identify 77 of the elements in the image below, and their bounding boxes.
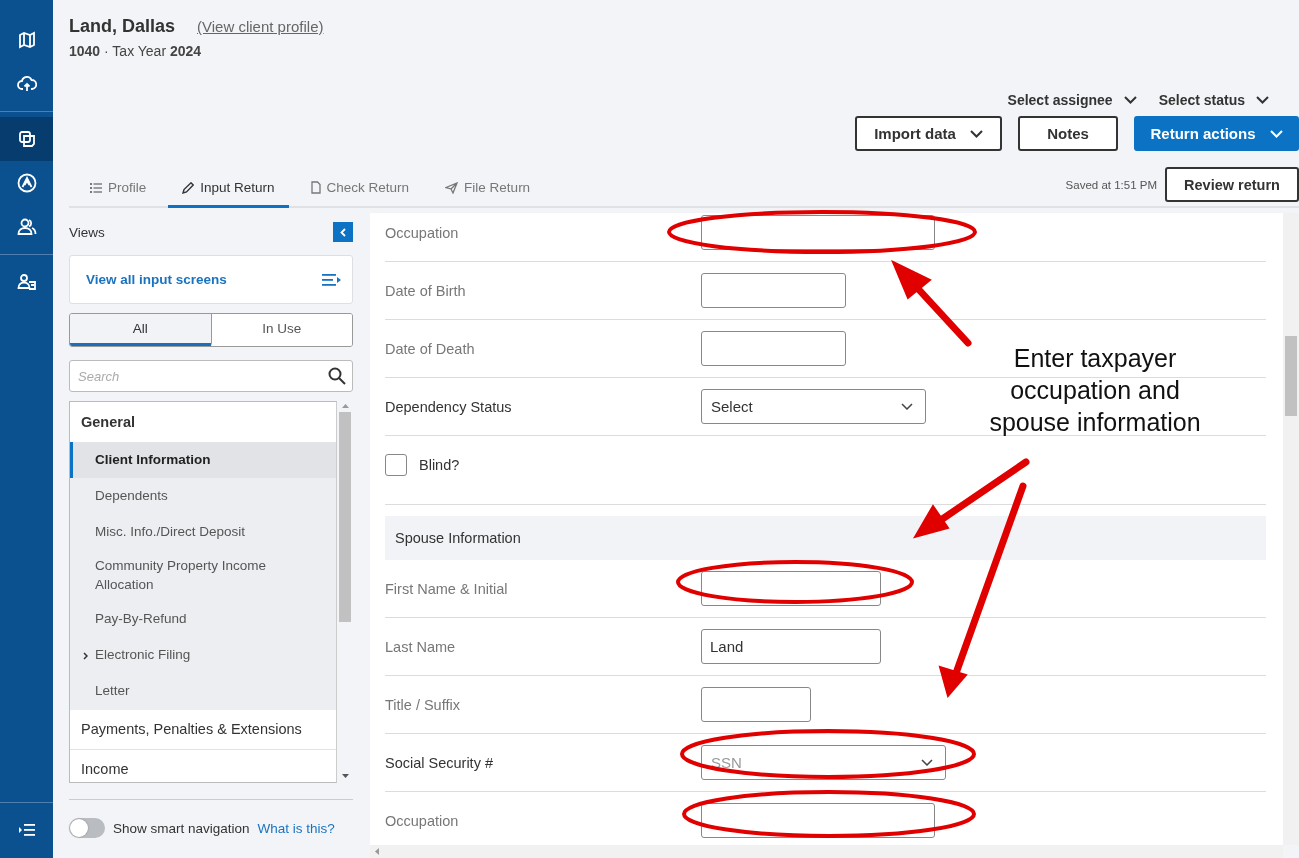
field-label: Last Name [385, 638, 457, 655]
people-icon [16, 218, 37, 236]
scroll-up-icon [341, 404, 349, 408]
search-icon [328, 367, 346, 385]
tree-item[interactable]: Letter [70, 673, 336, 710]
cloud-upload-icon [16, 75, 37, 93]
scrollbar[interactable] [1283, 213, 1299, 845]
toggle-switch[interactable] [69, 818, 105, 838]
copy-icon [17, 130, 36, 148]
review-return-button[interactable]: Review return [1165, 167, 1299, 202]
chevron-down-icon [1123, 96, 1137, 104]
filter-tab[interactable]: In Use [210, 314, 352, 346]
pencil-icon [182, 181, 195, 194]
scroll-left-icon [375, 848, 379, 855]
return-subtitle: 1040 · Tax Year 2024 [69, 43, 203, 59]
chevron-left-icon [340, 227, 346, 237]
return-actions-button[interactable]: Return actions [1134, 116, 1299, 151]
tab[interactable]: Profile [76, 170, 161, 208]
list-arrow-icon [322, 273, 341, 286]
rail-nav-button[interactable] [0, 117, 53, 161]
view-all-screens-button[interactable]: View all input screens [69, 255, 353, 304]
saved-time: Saved at 1:51 PM [1065, 178, 1157, 191]
input-field[interactable] [701, 273, 846, 308]
tree-item[interactable]: Dependents [70, 478, 336, 514]
client-name: Land, Dallas [69, 16, 176, 37]
input-field[interactable] [701, 331, 846, 366]
input-field[interactable] [701, 687, 811, 722]
tab[interactable]: Check Return [296, 170, 424, 208]
smart-navigation-label: Show smart navigation [113, 820, 250, 836]
views-title: Views [69, 224, 105, 240]
dropdown-menu-button[interactable]: Select assignee [1007, 92, 1137, 108]
notes-button[interactable]: Notes [1018, 116, 1118, 151]
tree-item[interactable]: Misc. Info./Direct Deposit [70, 514, 336, 550]
chevron-down-icon [1269, 129, 1283, 138]
field-label: Blind? [419, 457, 460, 473]
field-label: Date of Birth [385, 282, 467, 299]
annotation-text: Enter taxpayer occupation and spouse information [988, 343, 1202, 438]
select-field[interactable]: Select [701, 389, 926, 424]
paper-plane-icon [445, 181, 459, 194]
input-field[interactable] [701, 571, 881, 606]
input-field[interactable] [701, 803, 935, 838]
input-field[interactable] [701, 215, 935, 250]
checkbox[interactable] [385, 454, 407, 476]
scroll-down-icon [341, 774, 349, 778]
field-label: Title / Suffix [385, 696, 461, 713]
list-icon [90, 182, 102, 193]
field-label: Dependency Status [385, 398, 513, 415]
collapse-panel-button[interactable] [333, 222, 353, 242]
page-icon [310, 181, 321, 194]
section-header: Spouse Information [385, 516, 1266, 560]
field-label: First Name & Initial [385, 580, 509, 597]
tab[interactable]: File Return [431, 170, 545, 208]
tree-item[interactable]: Electronic Filing [70, 637, 336, 674]
search-field[interactable]: Search [69, 360, 353, 392]
field-label: Social Security # [385, 754, 494, 771]
chevron-down-icon [901, 403, 913, 410]
horizontal-scrollbar[interactable] [370, 845, 1283, 858]
field-label: Date of Death [385, 340, 476, 357]
field-label: Occupation [385, 812, 460, 829]
expand-menu-icon [18, 824, 35, 836]
chevron-down-icon [969, 129, 983, 138]
import-data-button[interactable]: Import data [855, 116, 1002, 151]
tree-item[interactable]: Community Property Income Allocation [70, 550, 336, 602]
dropdown-menu-button[interactable]: Select status [1158, 92, 1269, 108]
filter-tab[interactable]: All [70, 314, 211, 346]
chevron-down-icon [921, 759, 933, 766]
view-profile-link[interactable]: (View client profile) [197, 18, 324, 35]
tree-item[interactable]: Pay-By-Refund [70, 601, 336, 638]
input-field[interactable]: Land [701, 629, 881, 664]
tab[interactable]: Input Return [168, 170, 289, 208]
map-icon [17, 31, 36, 49]
help-link[interactable]: What is this? [257, 820, 335, 836]
tree-item[interactable]: Client Information [70, 442, 336, 478]
field-label: Occupation [385, 224, 460, 241]
contact-card-icon [16, 273, 37, 291]
triangle-circle-icon [16, 173, 37, 193]
chevron-down-icon [1256, 96, 1269, 104]
